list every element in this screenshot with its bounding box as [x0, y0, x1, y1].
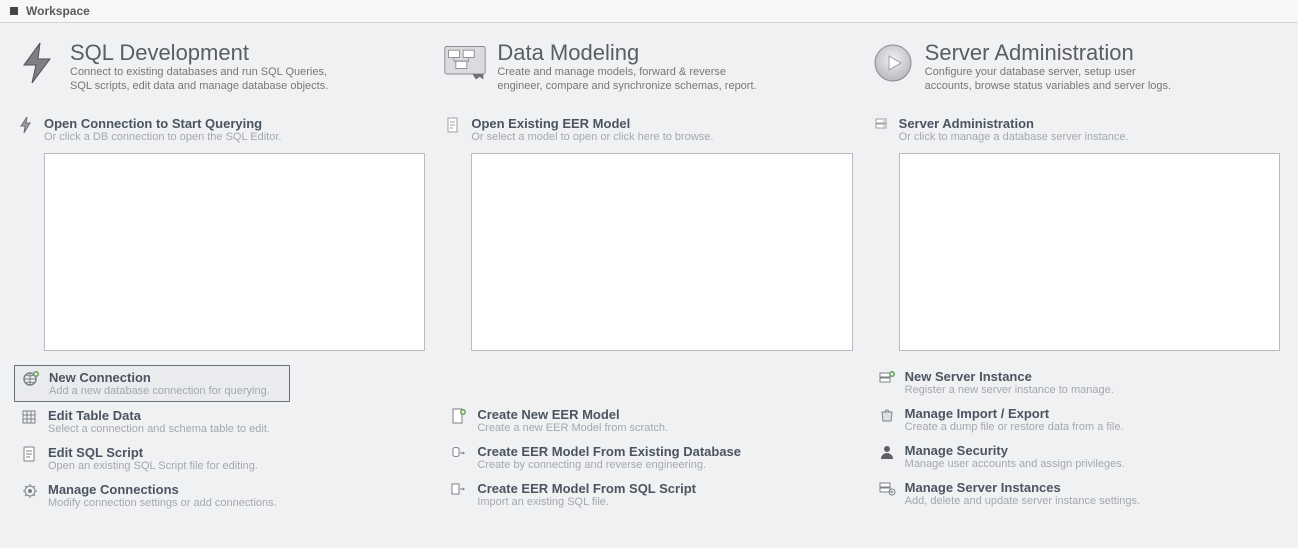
action-desc: Add, delete and update server instance s…: [905, 495, 1140, 507]
action-title: Manage Security: [905, 443, 1125, 458]
action-edit-sql-script[interactable]: Edit SQL Script Open an existing SQL Scr…: [14, 441, 290, 476]
category-header-sql: SQL Development Connect to existing data…: [16, 41, 427, 94]
category-title: Data Modeling: [497, 41, 757, 64]
diagram-icon: [443, 41, 487, 85]
server-small-icon: [871, 116, 891, 134]
connections-listbox[interactable]: [44, 153, 425, 351]
action-manage-connections[interactable]: Manage Connections Modify connection set…: [14, 478, 290, 513]
toolbar: Workspace: [0, 0, 1298, 23]
category-title: Server Administration: [925, 41, 1185, 64]
bag-icon: [877, 406, 897, 424]
category-header-modeling: Data Modeling Create and manage models, …: [443, 41, 854, 94]
action-title: Create EER Model From Existing Database: [477, 444, 741, 459]
action-title: New Connection: [49, 370, 270, 385]
disc-play-icon: [871, 41, 915, 85]
column-server-admin: Server Administration Configure your dat…: [871, 41, 1282, 515]
action-desc: Select a connection and schema table to …: [48, 423, 270, 435]
db-to-doc-icon: [449, 444, 469, 462]
action-new-connection[interactable]: New Connection Add a new database connec…: [14, 365, 290, 402]
category-desc: Create and manage models, forward & reve…: [497, 66, 757, 94]
action-manage-server-instances[interactable]: Manage Server Instances Add, delete and …: [871, 476, 1282, 511]
section-desc: Or click a DB connection to open the SQL…: [44, 131, 281, 143]
action-new-server-instance[interactable]: New Server Instance Register a new serve…: [871, 365, 1282, 400]
section-title: Open Existing EER Model: [471, 116, 713, 131]
column-data-modeling: Data Modeling Create and manage models, …: [443, 41, 854, 515]
models-listbox[interactable]: [471, 153, 852, 351]
action-title: Edit Table Data: [48, 408, 270, 423]
category-header-admin: Server Administration Configure your dat…: [871, 41, 1282, 94]
toolbar-title: Workspace: [26, 4, 90, 18]
action-title: Manage Connections: [48, 482, 277, 497]
server-gear-icon: [877, 480, 897, 498]
section-open-eer[interactable]: Open Existing EER Model Or select a mode…: [443, 116, 854, 143]
section-title: Open Connection to Start Querying: [44, 116, 281, 131]
bolt-small-icon: [16, 116, 36, 134]
category-desc: Configure your database server, setup us…: [925, 66, 1185, 94]
servers-listbox[interactable]: [899, 153, 1280, 351]
category-title: SQL Development: [70, 41, 330, 64]
document-plus-icon: [449, 407, 469, 425]
action-title: Manage Import / Export: [905, 406, 1124, 421]
action-title: Manage Server Instances: [905, 480, 1140, 495]
action-manage-import-export[interactable]: Manage Import / Export Create a dump fil…: [871, 402, 1282, 437]
table-edit-icon: [20, 408, 40, 426]
action-manage-security[interactable]: Manage Security Manage user accounts and…: [871, 439, 1282, 474]
user-icon: [877, 443, 897, 461]
action-title: Create New EER Model: [477, 407, 668, 422]
action-create-new-eer[interactable]: Create New EER Model Create a new EER Mo…: [443, 403, 854, 438]
globe-plus-icon: [21, 370, 41, 388]
action-title: New Server Instance: [905, 369, 1114, 384]
action-create-eer-from-script[interactable]: Create EER Model From SQL Script Import …: [443, 477, 854, 512]
action-desc: Manage user accounts and assign privileg…: [905, 458, 1125, 470]
action-desc: Register a new server instance to manage…: [905, 384, 1114, 396]
action-desc: Import an existing SQL file.: [477, 496, 696, 508]
action-desc: Add a new database connection for queryi…: [49, 385, 270, 397]
server-plus-icon: [877, 369, 897, 387]
action-desc: Open an existing SQL Script file for edi…: [48, 460, 258, 472]
column-sql-development: SQL Development Connect to existing data…: [16, 41, 427, 515]
section-desc: Or click to manage a database server ins…: [899, 131, 1129, 143]
category-desc: Connect to existing databases and run SQ…: [70, 66, 330, 94]
action-desc: Modify connection settings or add connec…: [48, 497, 277, 509]
action-edit-table-data[interactable]: Edit Table Data Select a connection and …: [14, 404, 290, 439]
action-create-eer-from-db[interactable]: Create EER Model From Existing Database …: [443, 440, 854, 475]
section-title: Server Administration: [899, 116, 1129, 131]
action-desc: Create by connecting and reverse enginee…: [477, 459, 741, 471]
section-server-admin[interactable]: Server Administration Or click to manage…: [871, 116, 1282, 143]
section-desc: Or select a model to open or click here …: [471, 131, 713, 143]
action-desc: Create a new EER Model from scratch.: [477, 422, 668, 434]
bolt-icon: [16, 41, 60, 85]
action-desc: Create a dump file or restore data from …: [905, 421, 1124, 433]
script-edit-icon: [20, 445, 40, 463]
script-to-doc-icon: [449, 481, 469, 499]
menu-square-icon[interactable]: [10, 7, 18, 15]
document-icon: [443, 116, 463, 134]
section-open-connection[interactable]: Open Connection to Start Querying Or cli…: [16, 116, 427, 143]
action-title: Edit SQL Script: [48, 445, 258, 460]
action-title: Create EER Model From SQL Script: [477, 481, 696, 496]
gear-link-icon: [20, 482, 40, 500]
